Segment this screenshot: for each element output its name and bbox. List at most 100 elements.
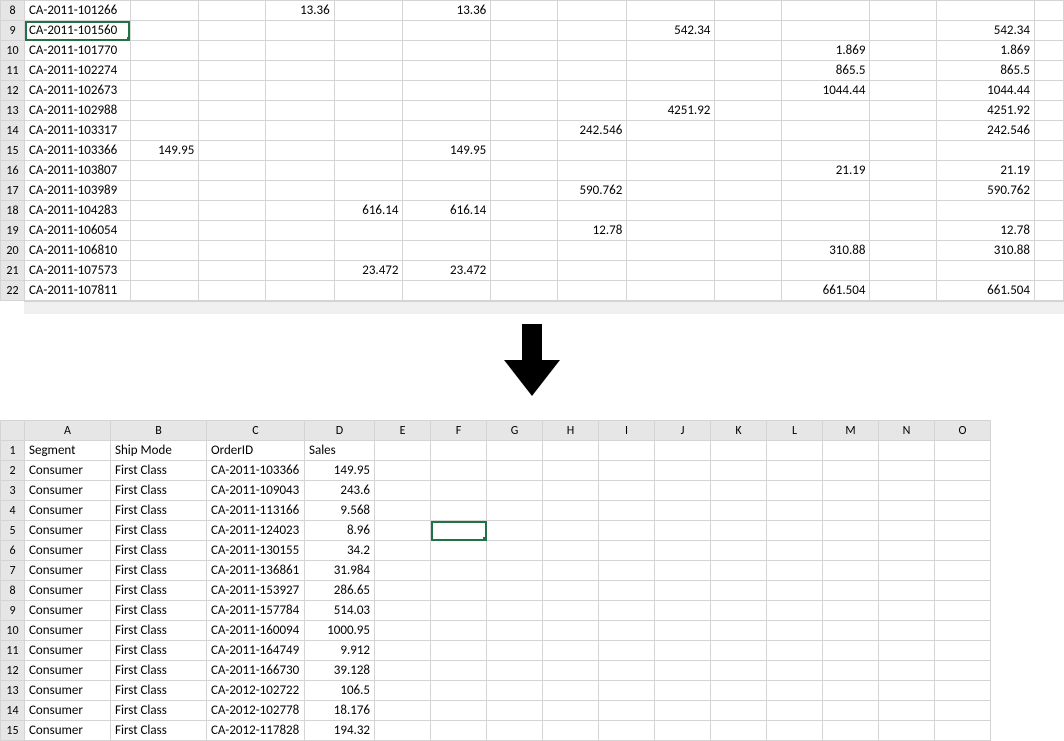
column-header[interactable]: M xyxy=(823,421,879,441)
cell[interactable]: CA-2011-102673 xyxy=(25,81,131,101)
cell[interactable]: 12.78 xyxy=(937,221,1035,241)
cell[interactable]: 1044.44 xyxy=(782,81,870,101)
row-header[interactable]: 9 xyxy=(1,21,25,41)
cell[interactable] xyxy=(823,621,879,641)
cell[interactable] xyxy=(711,581,767,601)
cell[interactable] xyxy=(487,721,543,741)
cell[interactable] xyxy=(879,701,935,721)
cell[interactable]: CA-2011-103366 xyxy=(25,141,131,161)
cell[interactable] xyxy=(266,81,334,101)
cell[interactable] xyxy=(1034,161,1063,181)
cell[interactable] xyxy=(491,141,558,161)
cell[interactable] xyxy=(199,161,266,181)
cell[interactable] xyxy=(130,121,199,141)
cell[interactable] xyxy=(491,21,558,41)
table-row[interactable]: 12CA-2011-1026731044.441044.44 xyxy=(1,81,1064,101)
cell[interactable] xyxy=(715,41,782,61)
cell[interactable] xyxy=(711,701,767,721)
cell[interactable]: Consumer xyxy=(25,561,111,581)
cell[interactable] xyxy=(487,681,543,701)
cell[interactable] xyxy=(266,141,334,161)
cell[interactable] xyxy=(543,501,599,521)
cell[interactable] xyxy=(431,721,487,741)
cell[interactable]: 8.96 xyxy=(305,521,375,541)
cell[interactable]: 310.88 xyxy=(937,241,1035,261)
cell[interactable] xyxy=(767,641,823,661)
cell[interactable] xyxy=(558,261,627,281)
cell[interactable] xyxy=(599,581,655,601)
cell[interactable]: 31.984 xyxy=(305,561,375,581)
cell[interactable]: First Class xyxy=(111,681,207,701)
cell[interactable]: 23.472 xyxy=(403,261,491,281)
cell[interactable] xyxy=(879,481,935,501)
cell[interactable] xyxy=(403,281,491,301)
cell[interactable] xyxy=(375,621,431,641)
table-row[interactable]: 13ConsumerFirst ClassCA-2012-102722106.5 xyxy=(1,681,991,701)
cell[interactable] xyxy=(767,661,823,681)
cell[interactable] xyxy=(767,721,823,741)
cell[interactable] xyxy=(655,521,711,541)
cell[interactable] xyxy=(879,641,935,661)
cell[interactable] xyxy=(599,461,655,481)
cell[interactable] xyxy=(266,121,334,141)
cell[interactable] xyxy=(782,101,870,121)
cell[interactable]: 13.36 xyxy=(266,1,334,21)
cell[interactable]: CA-2011-107811 xyxy=(25,281,131,301)
cell[interactable] xyxy=(823,581,879,601)
cell[interactable] xyxy=(543,461,599,481)
cell[interactable] xyxy=(937,201,1035,221)
cell[interactable] xyxy=(491,101,558,121)
table-row[interactable]: 9ConsumerFirst ClassCA-2011-157784514.03 xyxy=(1,601,991,621)
table-row[interactable]: 11ConsumerFirst ClassCA-2011-1647499.912 xyxy=(1,641,991,661)
table-row[interactable]: 21CA-2011-10757323.47223.472 xyxy=(1,261,1064,281)
cell[interactable] xyxy=(1034,101,1063,121)
cell[interactable]: Consumer xyxy=(25,681,111,701)
cell[interactable] xyxy=(599,561,655,581)
cell[interactable] xyxy=(199,21,266,41)
cell[interactable] xyxy=(130,61,199,81)
column-header[interactable]: D xyxy=(305,421,375,441)
cell[interactable] xyxy=(431,621,487,641)
cell[interactable] xyxy=(879,601,935,621)
cell[interactable] xyxy=(334,281,403,301)
cell[interactable] xyxy=(655,541,711,561)
cell[interactable]: 865.5 xyxy=(782,61,870,81)
cell[interactable] xyxy=(715,141,782,161)
cell[interactable] xyxy=(715,21,782,41)
cell[interactable] xyxy=(767,581,823,601)
cell[interactable] xyxy=(558,1,627,21)
row-header[interactable]: 10 xyxy=(1,621,25,641)
cell[interactable] xyxy=(403,81,491,101)
cell[interactable] xyxy=(199,241,266,261)
cell[interactable] xyxy=(558,81,627,101)
table-row[interactable]: 17CA-2011-103989590.762590.762 xyxy=(1,181,1064,201)
cell[interactable] xyxy=(558,21,627,41)
cell[interactable] xyxy=(130,41,199,61)
cell[interactable] xyxy=(627,41,715,61)
cell[interactable] xyxy=(199,101,266,121)
row-header[interactable]: 4 xyxy=(1,501,25,521)
cell[interactable] xyxy=(711,661,767,681)
cell[interactable] xyxy=(334,121,403,141)
cell[interactable]: 18.176 xyxy=(305,701,375,721)
cell[interactable] xyxy=(1034,1,1063,21)
cell[interactable] xyxy=(767,481,823,501)
cell[interactable]: Consumer xyxy=(25,661,111,681)
cell[interactable] xyxy=(487,581,543,601)
cell[interactable] xyxy=(487,501,543,521)
cell[interactable] xyxy=(879,521,935,541)
cell[interactable]: Consumer xyxy=(25,621,111,641)
cell[interactable]: CA-2011-130155 xyxy=(207,541,305,561)
cell[interactable]: 4251.92 xyxy=(937,101,1035,121)
cell[interactable] xyxy=(334,221,403,241)
row-header[interactable]: 12 xyxy=(1,661,25,681)
horizontal-scrollbar[interactable] xyxy=(24,301,1064,314)
cell[interactable] xyxy=(375,561,431,581)
cell[interactable] xyxy=(767,681,823,701)
cell[interactable] xyxy=(334,141,403,161)
table-row[interactable]: 12ConsumerFirst ClassCA-2011-16673039.12… xyxy=(1,661,991,681)
table-row[interactable]: 2ConsumerFirst ClassCA-2011-103366149.95 xyxy=(1,461,991,481)
cell[interactable] xyxy=(543,541,599,561)
cell[interactable] xyxy=(491,81,558,101)
row-header[interactable]: 14 xyxy=(1,121,25,141)
